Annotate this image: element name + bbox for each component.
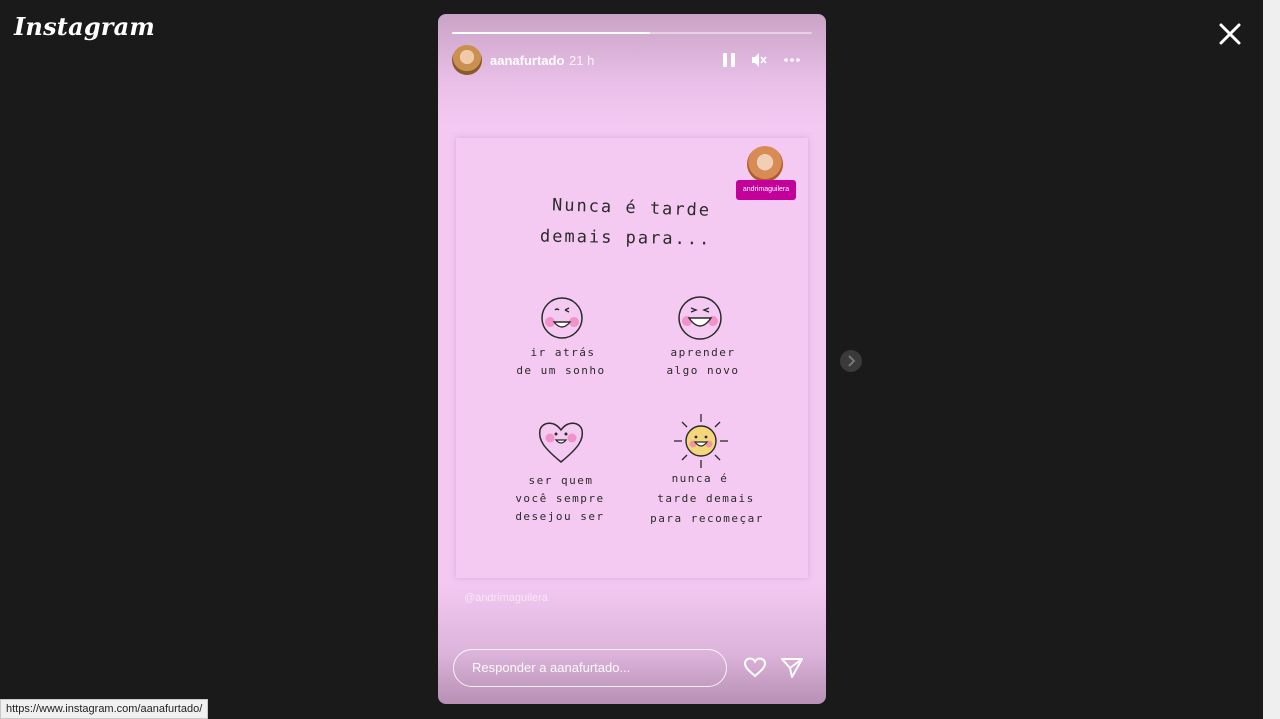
story-time: 21 h — [569, 53, 595, 68]
sun-face-icon — [674, 414, 728, 468]
close-icon[interactable] — [1214, 18, 1246, 50]
avatar[interactable] — [452, 45, 482, 75]
page-scrollbar[interactable] — [1263, 0, 1280, 719]
heart-icon[interactable] — [743, 656, 767, 680]
story-image-card: andrimaguilera Nunca é tarde demais para… — [456, 138, 808, 578]
story-progress-fill — [452, 32, 650, 34]
item-2-line1: aprender — [670, 346, 736, 359]
heart-face-icon — [538, 422, 584, 463]
item-3-line3: desejou ser — [515, 510, 605, 523]
item-1-line1: ir atrás — [530, 346, 596, 359]
card-title-line2: demais para... — [539, 226, 712, 250]
item-3-line2: você sempre — [515, 492, 605, 505]
instagram-logo[interactable]: Instagram — [14, 12, 155, 41]
card-title-line1: Nunca é tarde — [551, 195, 712, 221]
story-username[interactable]: aanafurtado — [490, 53, 564, 68]
mention-tag[interactable]: andrimaguilera — [736, 180, 796, 200]
mention-avatar[interactable] — [747, 146, 783, 182]
more-icon[interactable] — [783, 51, 801, 69]
item-1-line2: de um sonho — [516, 364, 606, 377]
chevron-right-icon — [848, 355, 856, 367]
item-4-line3: para recomeçar — [650, 512, 764, 525]
send-icon[interactable] — [780, 656, 804, 680]
next-story-button[interactable] — [840, 350, 862, 372]
pause-icon[interactable] — [720, 51, 738, 69]
mute-icon[interactable] — [750, 51, 768, 69]
item-4-line2: tarde demais — [657, 492, 755, 505]
reply-input[interactable]: Responder a aanafurtado... — [453, 649, 727, 687]
smiley-face-icon — [541, 297, 583, 339]
item-3-line1: ser quem — [528, 474, 594, 487]
story-viewer[interactable]: aanafurtado 21 h andrimaguilera Nunca é … — [438, 14, 826, 704]
item-4-line1: nunca é — [671, 472, 729, 485]
browser-status-bar: https://www.instagram.com/aanafurtado/ — [0, 699, 209, 719]
item-2-line2: algo novo — [666, 364, 740, 377]
story-progress-bar — [452, 32, 812, 34]
laughing-face-icon — [678, 296, 722, 340]
watermark-text: @andrimaguilera — [464, 592, 548, 604]
